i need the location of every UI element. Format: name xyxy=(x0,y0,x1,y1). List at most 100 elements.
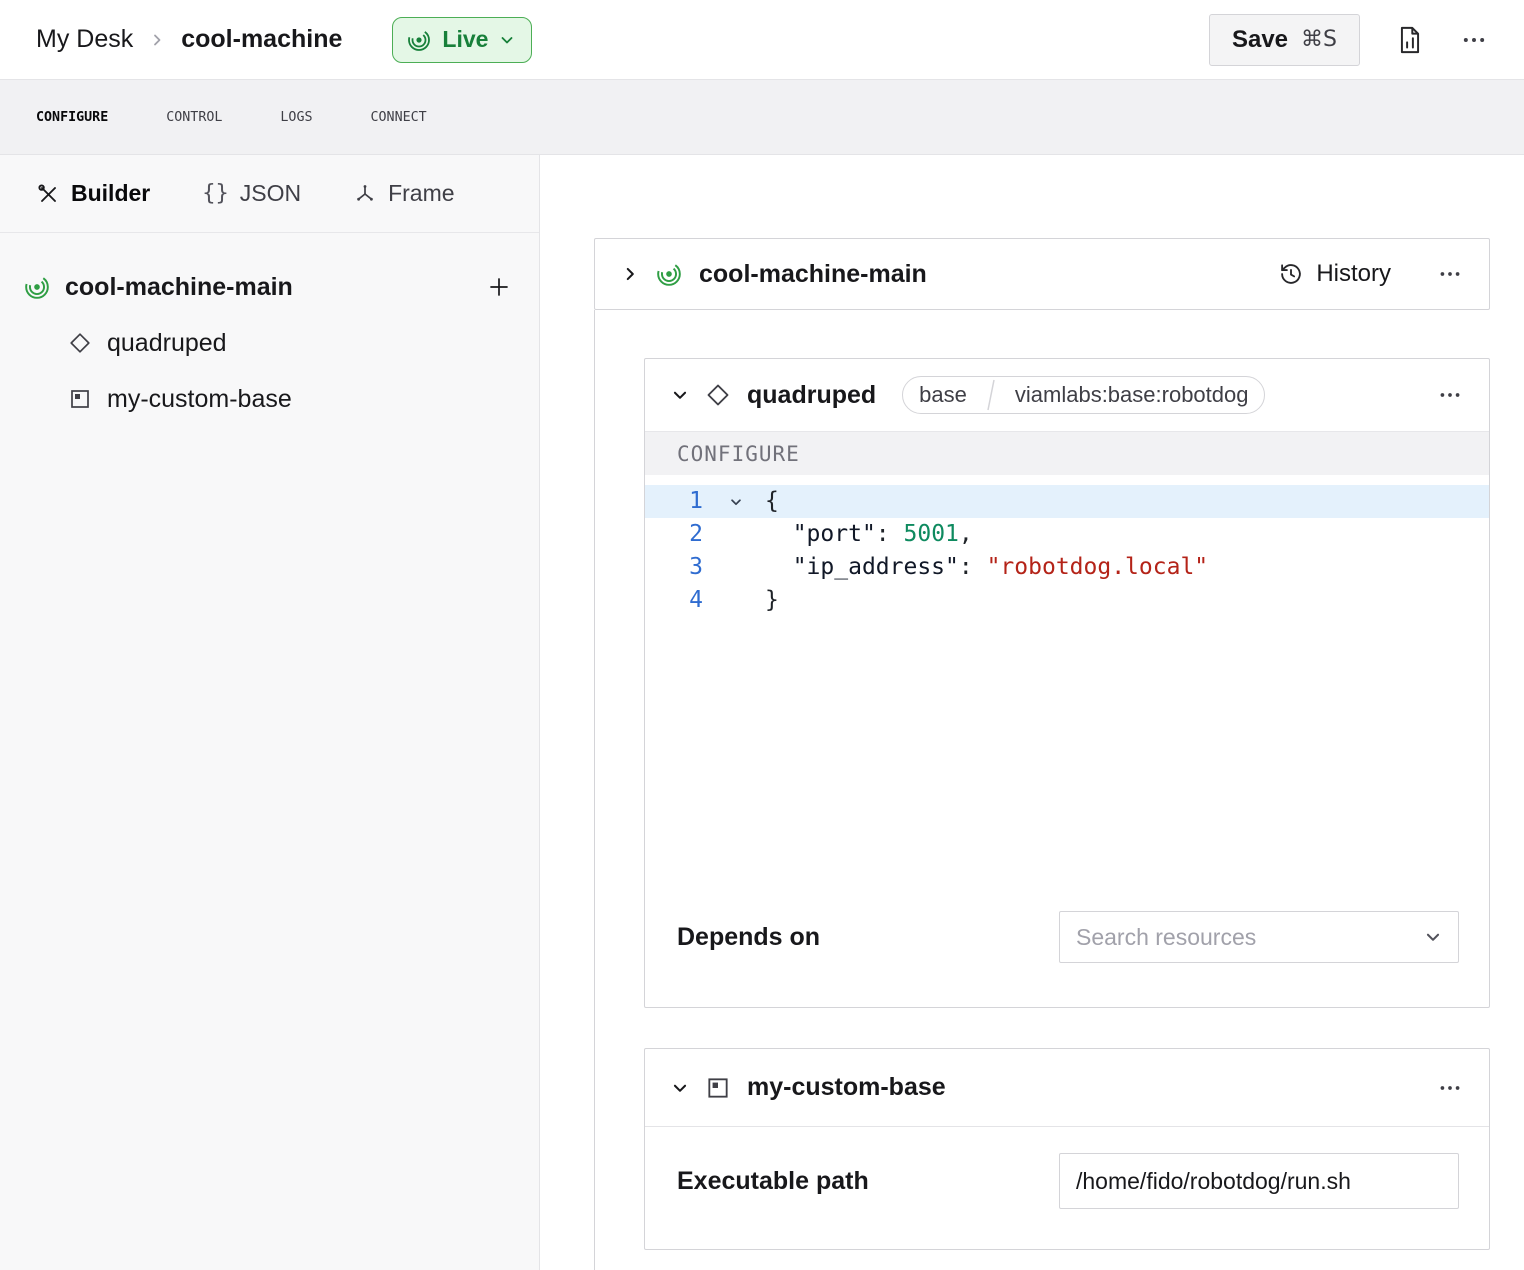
executable-path-row: Executable path xyxy=(645,1127,1489,1249)
ellipsis-icon xyxy=(1460,26,1488,54)
mode-builder[interactable]: Builder xyxy=(36,180,150,207)
depends-on-select[interactable]: Search resources xyxy=(1059,911,1459,963)
mode-frame[interactable]: Frame xyxy=(353,180,454,207)
tree-guideline xyxy=(594,310,595,1270)
live-status-label: Live xyxy=(442,26,488,53)
depends-on-placeholder: Search resources xyxy=(1076,924,1256,951)
executable-path-label: Executable path xyxy=(677,1167,869,1196)
code-line[interactable]: 4} xyxy=(645,584,1489,617)
config-mode-switcher: Builder {} JSON Frame xyxy=(0,155,539,233)
breadcrumb: My Desk cool-machine xyxy=(36,25,342,54)
line-number: 4 xyxy=(645,584,707,617)
tree-item-quadruped[interactable]: quadruped xyxy=(24,315,511,371)
depends-on-label: Depends on xyxy=(677,923,820,952)
part-card-title: cool-machine-main xyxy=(699,260,927,289)
component-diamond-icon xyxy=(68,331,92,355)
code-line[interactable]: 2 "port": 5001, xyxy=(645,518,1489,551)
component-type-model-badge: base viamlabs:base:robotdog xyxy=(902,376,1265,414)
machine-part-icon xyxy=(656,261,682,287)
tree-item-my-custom-base[interactable]: my-custom-base xyxy=(24,371,511,427)
json-attributes-editor[interactable]: 1{2 "port": 5001,3 "ip_address": "robotd… xyxy=(645,475,1489,889)
configure-sidebar: Builder {} JSON Frame xyxy=(0,155,540,1270)
tab-configure[interactable]: CONFIGURE xyxy=(36,110,108,125)
ellipsis-icon xyxy=(1437,1075,1463,1101)
part-card-actions: History xyxy=(1278,260,1463,288)
tab-logs[interactable]: LOGS xyxy=(280,110,312,125)
tab-control[interactable]: CONTROL xyxy=(166,110,222,125)
add-resource-button[interactable] xyxy=(487,275,511,299)
part-card: cool-machine-main History xyxy=(594,238,1490,310)
badge-divider xyxy=(983,376,999,414)
more-menu-button[interactable] xyxy=(1460,26,1488,54)
code-lines: 1{2 "port": 5001,3 "ip_address": "robotd… xyxy=(645,485,1489,617)
line-number: 2 xyxy=(645,518,707,551)
code-text: "ip_address": "robotdog.local" xyxy=(765,551,1208,584)
history-icon xyxy=(1278,261,1304,287)
chevron-right-icon xyxy=(621,265,639,283)
line-number: 1 xyxy=(645,485,707,518)
code-text: { xyxy=(765,485,779,518)
machine-report-button[interactable] xyxy=(1396,25,1424,55)
tree-child-label: my-custom-base xyxy=(107,385,292,414)
top-bar-actions: Save ⌘S xyxy=(1209,14,1488,66)
expand-part-button[interactable] xyxy=(621,265,639,283)
mode-json[interactable]: {} JSON xyxy=(202,180,301,207)
component-more-menu-button[interactable] xyxy=(1437,382,1463,408)
tab-connect[interactable]: CONNECT xyxy=(371,110,427,125)
save-label: Save xyxy=(1232,26,1288,54)
page-body: Builder {} JSON Frame xyxy=(0,155,1524,1270)
save-shortcut: ⌘S xyxy=(1301,27,1337,52)
component-type: base xyxy=(903,382,983,408)
executable-path-input[interactable] xyxy=(1059,1153,1459,1209)
frame-axes-icon xyxy=(353,182,377,206)
braces-icon: {} xyxy=(202,181,229,206)
tree-item-main-part[interactable]: cool-machine-main xyxy=(24,259,511,315)
machine-tab-bar: CONFIGURE CONTROL LOGS CONNECT xyxy=(0,80,1524,155)
ellipsis-icon xyxy=(1437,382,1463,408)
configure-section-label: CONFIGURE xyxy=(645,431,1489,475)
depends-on-row: Depends on Search resources xyxy=(645,889,1489,1007)
resource-tree: cool-machine-main quadruped xyxy=(0,233,539,427)
component-card-title: quadruped xyxy=(747,381,876,410)
collapse-module-button[interactable] xyxy=(671,1079,689,1097)
save-button[interactable]: Save ⌘S xyxy=(1209,14,1360,66)
chevron-down-icon xyxy=(671,386,689,404)
collapse-component-button[interactable] xyxy=(671,386,689,404)
module-card-header: my-custom-base xyxy=(645,1049,1489,1127)
configure-main: cool-machine-main History xyxy=(540,155,1524,1270)
component-card-quadruped: quadruped base viamlabs:base:robotdog CO… xyxy=(644,358,1490,1008)
fold-spacer xyxy=(707,551,765,584)
module-card-my-custom-base: my-custom-base Executable path xyxy=(644,1048,1490,1250)
plus-icon xyxy=(487,275,511,299)
breadcrumb-current: cool-machine xyxy=(181,25,342,54)
component-card-header: quadruped base viamlabs:base:robotdog xyxy=(645,359,1489,431)
breadcrumb-root[interactable]: My Desk xyxy=(36,25,133,54)
chevron-down-icon xyxy=(499,32,515,48)
component-diamond-icon xyxy=(705,382,731,408)
live-status-icon xyxy=(407,28,431,52)
module-icon xyxy=(705,1075,731,1101)
chevron-down-icon xyxy=(671,1079,689,1097)
line-number: 3 xyxy=(645,551,707,584)
tree-child-label: quadruped xyxy=(107,329,227,358)
history-label: History xyxy=(1316,260,1391,288)
module-more-menu-button[interactable] xyxy=(1437,1075,1463,1101)
module-card-title: my-custom-base xyxy=(747,1073,946,1102)
mode-frame-label: Frame xyxy=(388,180,454,207)
top-bar: My Desk cool-machine Live Save ⌘S xyxy=(0,0,1524,80)
fold-spacer xyxy=(707,518,765,551)
ellipsis-icon xyxy=(1437,261,1463,287)
fold-chevron-icon[interactable] xyxy=(707,485,765,518)
tree-root-label: cool-machine-main xyxy=(65,273,293,302)
code-line[interactable]: 3 "ip_address": "robotdog.local" xyxy=(645,551,1489,584)
code-line[interactable]: 1{ xyxy=(645,485,1489,518)
document-chart-icon xyxy=(1396,25,1424,55)
mode-builder-label: Builder xyxy=(71,180,150,207)
machine-status-dropdown[interactable]: Live xyxy=(392,17,532,63)
part-more-menu-button[interactable] xyxy=(1437,261,1463,287)
module-icon xyxy=(68,387,92,411)
breadcrumb-chevron-icon xyxy=(149,32,165,48)
chevron-down-icon xyxy=(1424,928,1442,946)
history-button[interactable]: History xyxy=(1278,260,1391,288)
component-model: viamlabs:base:robotdog xyxy=(999,382,1265,408)
